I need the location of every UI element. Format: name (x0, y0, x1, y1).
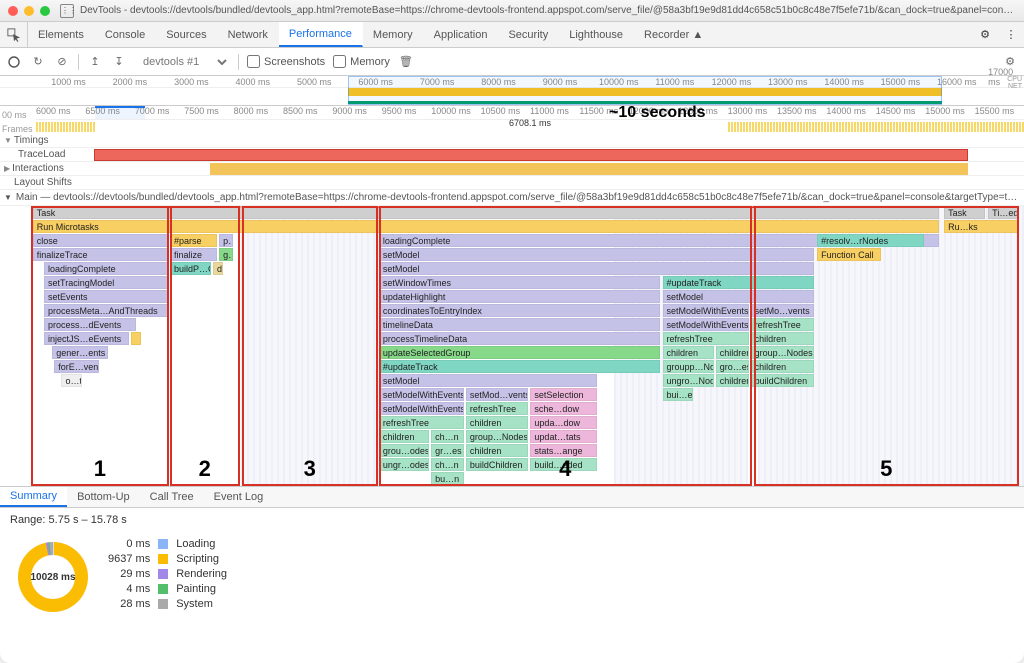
devtools-icon: ⋮⋮ (60, 4, 74, 18)
settings-icon[interactable]: ⚙ (972, 22, 998, 47)
minimize-window[interactable] (24, 6, 34, 16)
window-titlebar: ⋮⋮ DevTools - devtools://devtools/bundle… (0, 0, 1024, 22)
frames-track-label: 00 ms (0, 106, 36, 120)
summary-legend: 0 msLoading 9637 msScripting 29 msRender… (108, 538, 227, 610)
window-title: DevTools - devtools://devtools/bundled/d… (80, 5, 1016, 16)
interactions-track[interactable]: ▶Interactions (0, 162, 1024, 176)
traffic-lights[interactable] (8, 6, 50, 16)
tab-summary[interactable]: Summary (0, 487, 67, 507)
main-thread-header[interactable]: ▼ Main — devtools://devtools/bundled/dev… (0, 190, 1024, 206)
timeline-ruler[interactable]: 6000 ms 6500 ms 7000 ms 7500 ms 8000 ms … (36, 106, 1024, 120)
reload-record-icon[interactable]: ↻ (30, 54, 46, 70)
tab-elements[interactable]: Elements (28, 22, 95, 47)
maximize-window[interactable] (40, 6, 50, 16)
tab-network[interactable]: Network (218, 22, 279, 47)
tab-security[interactable]: Security (498, 22, 559, 47)
frames-label: Frames (0, 120, 36, 134)
inspect-element-icon[interactable] (0, 22, 28, 47)
summary-panel: 10028 ms 0 msLoading 9637 msScripting 29… (0, 532, 1024, 618)
tab-calltree[interactable]: Call Tree (140, 487, 204, 507)
details-tabs: Summary Bottom-Up Call Tree Event Log (0, 486, 1024, 508)
summary-donut: 10028 ms (18, 542, 88, 612)
layout-shifts-track[interactable]: Layout Shifts (0, 176, 1024, 190)
tab-performance[interactable]: Performance (279, 22, 363, 47)
overview-selection[interactable] (348, 76, 942, 105)
tab-eventlog[interactable]: Event Log (204, 487, 274, 507)
screenshots-checkbox[interactable]: Screenshots (247, 55, 325, 68)
session-select[interactable]: devtools #1 (135, 53, 230, 71)
clear-icon[interactable]: ⊘ (54, 54, 70, 70)
ruler-selection-time: 6708.1 ms (509, 118, 551, 128)
flame-chart[interactable]: Task Task Ti…ed Run Microtasks Ru…ks clo… (0, 206, 1024, 486)
flame-microtasks[interactable]: Run Microtasks (33, 220, 939, 233)
upload-icon[interactable]: ↥ (87, 54, 103, 70)
close-window[interactable] (8, 6, 18, 16)
gc-icon[interactable]: 🗑 (398, 54, 414, 70)
perf-toolbar: ↻ ⊘ ↥ ↧ devtools #1 Screenshots Memory 🗑… (0, 48, 1024, 76)
tab-lighthouse[interactable]: Lighthouse (559, 22, 634, 47)
memory-checkbox[interactable]: Memory (333, 55, 390, 68)
overview-strip[interactable]: 1000 ms 2000 ms 3000 ms 4000 ms 5000 ms … (0, 76, 1024, 106)
range-text: Range: 5.75 s – 15.78 s (0, 508, 1024, 532)
tab-sources[interactable]: Sources (156, 22, 217, 47)
record-icon[interactable] (6, 54, 22, 70)
tab-recorder[interactable]: Recorder ▲ (634, 22, 714, 47)
more-icon[interactable]: ⋮ (998, 22, 1024, 47)
traceload-track[interactable]: TraceLoad (0, 148, 1024, 162)
timings-track[interactable]: ▼Timings (0, 134, 1024, 148)
download-icon[interactable]: ↧ (111, 54, 127, 70)
ov-tick: 1000 ms (51, 77, 86, 87)
tab-memory[interactable]: Memory (363, 22, 424, 47)
tab-application[interactable]: Application (424, 22, 499, 47)
tab-console[interactable]: Console (95, 22, 156, 47)
panel-tabstrip: Elements Console Sources Network Perform… (0, 22, 1024, 48)
tab-bottomup[interactable]: Bottom-Up (67, 487, 140, 507)
